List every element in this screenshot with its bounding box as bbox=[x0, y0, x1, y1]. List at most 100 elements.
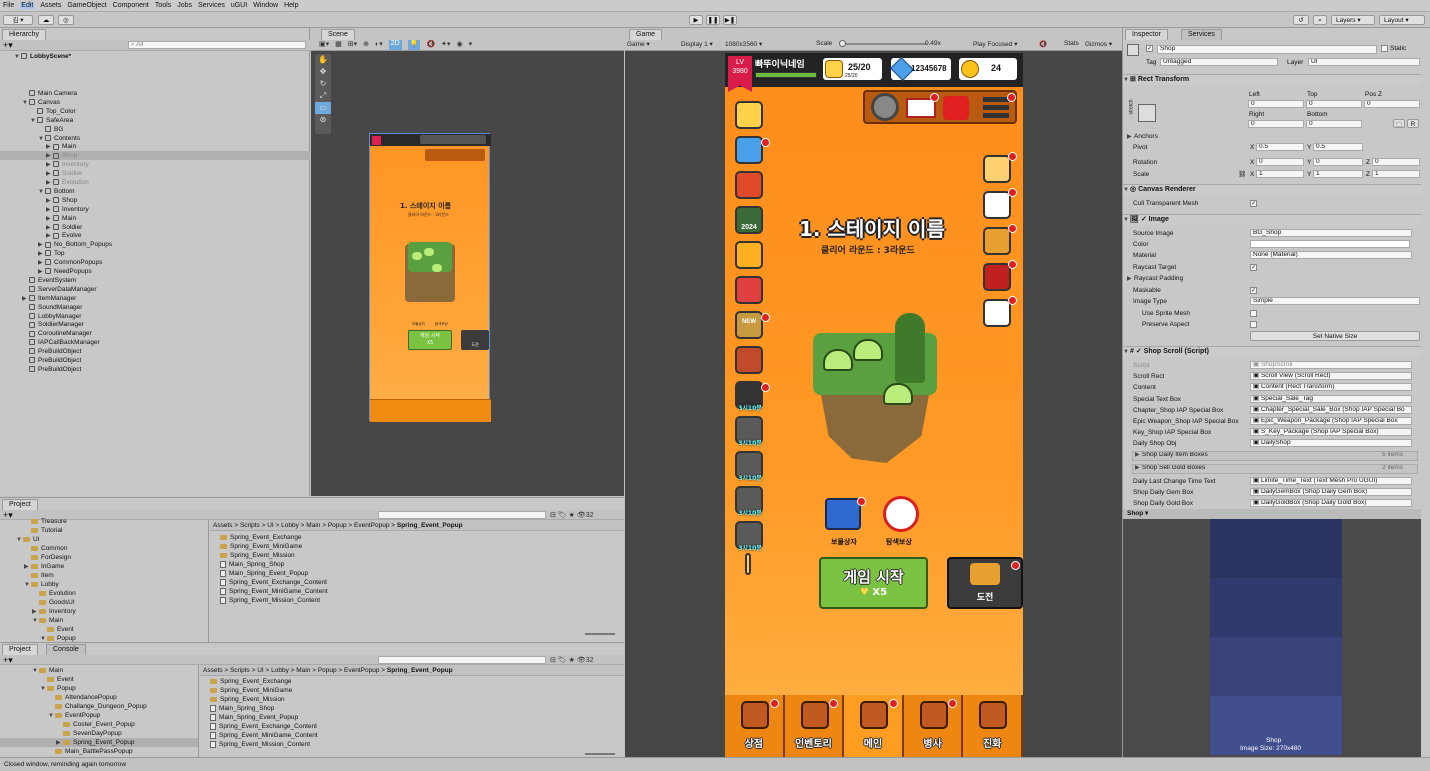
services-tab[interactable]: Services bbox=[1181, 29, 1222, 40]
side-event-icon[interactable] bbox=[735, 276, 763, 304]
hierarchy-row[interactable]: ▶ Inventory bbox=[46, 205, 89, 214]
move-tool-icon[interactable]: ✥ bbox=[315, 66, 331, 78]
set-native-size-button[interactable]: Set Native Size bbox=[1250, 331, 1420, 341]
hidden-icon[interactable]: ◉ bbox=[457, 40, 463, 50]
layer-dropdown[interactable]: UI bbox=[1308, 58, 1420, 66]
breadcrumb-item[interactable]: Popup bbox=[318, 667, 337, 674]
play-button[interactable]: ▶ bbox=[689, 15, 703, 25]
asset-row[interactable]: Spring_Event_Exchange bbox=[210, 677, 292, 686]
draw-mode-icon[interactable]: ▣▾ bbox=[319, 40, 329, 50]
scale-tool-icon[interactable]: ⤢ bbox=[315, 90, 331, 102]
side-event-icon[interactable] bbox=[735, 101, 763, 129]
rot-y-field[interactable]: 0 bbox=[1313, 158, 1363, 166]
left-field[interactable]: 0 bbox=[1248, 100, 1304, 108]
hierarchy-row[interactable]: ▼ Canvas bbox=[22, 98, 60, 107]
breadcrumb-item[interactable]: EventPopup bbox=[354, 522, 389, 529]
raw-edit-button[interactable]: R bbox=[1407, 119, 1419, 128]
anchor-preset-icon[interactable] bbox=[1138, 104, 1156, 122]
hierarchy-row[interactable]: CoroutineManager bbox=[22, 329, 92, 338]
grid-icon[interactable]: ▦ bbox=[335, 40, 342, 50]
anchors-foldout[interactable]: ▶ Anchors bbox=[1127, 133, 1158, 140]
asset-row[interactable]: Main_Spring_Shop bbox=[210, 704, 274, 713]
maskable-checkbox[interactable]: ✓ bbox=[1250, 287, 1257, 294]
asset-row[interactable]: Spring_Event_Exchange_Content bbox=[220, 578, 327, 587]
script-field-value[interactable]: ▣ DailyShop bbox=[1250, 439, 1412, 448]
hierarchy-row[interactable]: EventSystem bbox=[22, 276, 76, 285]
breadcrumb-item[interactable]: Assets bbox=[213, 522, 233, 529]
folder-row[interactable]: ForDesign bbox=[24, 553, 71, 562]
inspector-tab[interactable]: Inspector bbox=[1125, 29, 1168, 40]
folder-row[interactable]: ▼ EventPopup bbox=[48, 711, 100, 720]
folder-row[interactable]: Coster_Event_Popup bbox=[56, 720, 135, 729]
cull-checkbox[interactable]: ✓ bbox=[1250, 200, 1257, 207]
search-button[interactable]: ⌕ bbox=[1313, 15, 1327, 25]
asset-row[interactable]: Spring_Event_Mission_Content bbox=[220, 596, 320, 605]
megaphone-icon[interactable] bbox=[943, 96, 969, 120]
pivot-y-field[interactable]: 0.5 bbox=[1313, 143, 1363, 151]
side-event-icon[interactable]: 3시10분 bbox=[735, 381, 763, 412]
cloud-button[interactable]: ☁ bbox=[38, 15, 54, 25]
treasure-chest-icon[interactable] bbox=[825, 498, 861, 530]
asset-row[interactable]: Spring_Event_Mission_Content bbox=[210, 740, 310, 749]
side-event-icon[interactable] bbox=[735, 241, 763, 269]
asset-row[interactable]: Spring_Event_MiniGame bbox=[210, 686, 292, 695]
breadcrumb-item[interactable]: Popup bbox=[328, 522, 347, 529]
breadcrumb-item[interactable]: Scripts bbox=[240, 522, 260, 529]
daily-items-foldout[interactable]: ▶ Shop Daily Item Boxes 5 items bbox=[1132, 451, 1418, 461]
rect-tool-icon[interactable]: ▭ bbox=[315, 102, 331, 114]
menu-item-component[interactable]: Component bbox=[113, 2, 149, 9]
2d-toggle[interactable]: 2D bbox=[388, 40, 402, 50]
hierarchy-row[interactable]: PreBuildObject bbox=[22, 365, 81, 374]
script-field-value[interactable]: ▣ Epic_Weapon_Package (Shop IAP Special … bbox=[1250, 417, 1412, 425]
image-header[interactable]: ▼🖼 ✓ Image bbox=[1123, 214, 1421, 225]
stamina-box[interactable]: 25/20 25/20 bbox=[821, 56, 884, 82]
scale-y-field[interactable]: 1 bbox=[1313, 170, 1363, 178]
scale-slider[interactable] bbox=[839, 43, 927, 45]
folder-row[interactable]: ▶ Spring_Event_Popup bbox=[56, 738, 134, 747]
folder-row[interactable]: Event bbox=[40, 625, 74, 634]
preserve-aspect-checkbox[interactable] bbox=[1250, 321, 1257, 328]
hierarchy-tab[interactable]: Hierarchy bbox=[2, 29, 46, 40]
project-add-button-1[interactable]: +▾ bbox=[3, 510, 13, 521]
resolution-dropdown[interactable]: 1080x2560 ▾ bbox=[725, 40, 762, 48]
material-field[interactable]: None (Material) bbox=[1250, 251, 1412, 259]
hierarchy-row[interactable]: ▶ NeedPopups bbox=[38, 267, 92, 276]
script-field-value[interactable]: ▣ Special_Sale_Tag bbox=[1250, 394, 1412, 403]
rot-z-field[interactable]: 0 bbox=[1372, 158, 1420, 166]
menu-item-file[interactable]: File bbox=[3, 2, 14, 9]
hierarchy-row[interactable]: ▶ ItemManager bbox=[22, 294, 76, 303]
asset-row[interactable]: Spring_Event_MiniGame bbox=[220, 542, 302, 551]
hierarchy-row[interactable]: SoldierManager bbox=[22, 320, 84, 329]
hand-tool-icon[interactable]: ✋ bbox=[315, 54, 331, 66]
scale-slider-thumb[interactable] bbox=[839, 40, 846, 47]
sell-gold-foldout[interactable]: ▶ Shop Sell Gold Boxes 2 items bbox=[1132, 464, 1418, 474]
raycast-padding-foldout[interactable]: ▶ Raycast Padding bbox=[1127, 275, 1183, 282]
script-field-value[interactable]: ▣ ShopScroll bbox=[1250, 361, 1412, 369]
display-dropdown[interactable]: Display 1 ▾ bbox=[681, 40, 713, 48]
color-field[interactable] bbox=[1250, 240, 1410, 248]
hierarchy-row[interactable]: ▶ CommonPopups bbox=[38, 258, 102, 267]
hierarchy-row[interactable]: ▶ Shop bbox=[46, 151, 77, 160]
menu-item-assets[interactable]: Assets bbox=[40, 2, 61, 9]
project-tab-2[interactable]: Project bbox=[2, 644, 38, 655]
asset-row[interactable]: Spring_Event_MiniGame_Content bbox=[220, 587, 328, 596]
step-button[interactable]: ▶❚ bbox=[723, 15, 737, 25]
script-field-value[interactable]: ▣ Limite_Time_Text (Text Mesh Pro UGUI) bbox=[1250, 477, 1412, 485]
asset-row[interactable]: Spring_Event_MiniGame_Content bbox=[210, 731, 318, 740]
canvas-renderer-header[interactable]: ▼◎ Canvas Renderer bbox=[1123, 184, 1421, 195]
preview-header[interactable]: Shop ▾ bbox=[1123, 509, 1421, 519]
stage-island[interactable] bbox=[813, 313, 937, 465]
asset-row[interactable]: Main_Spring_Shop bbox=[220, 560, 284, 569]
hierarchy-row[interactable]: Top_Color bbox=[30, 107, 76, 116]
gizmos-button[interactable]: Gizmos ▾ bbox=[1085, 40, 1112, 48]
bottom-field[interactable]: 0 bbox=[1306, 120, 1362, 128]
rot-x-field[interactable]: 0 bbox=[1256, 158, 1304, 166]
folder-row[interactable]: Main_BattlePassPopup bbox=[48, 747, 133, 756]
mini-start-button[interactable]: 게임 시작 X5 bbox=[408, 330, 452, 350]
side-menu-icon[interactable] bbox=[983, 191, 1011, 219]
folder-row[interactable]: ▶ InGame bbox=[24, 562, 64, 571]
hierarchy-row[interactable]: ▶ Inventory bbox=[46, 160, 89, 169]
transform-tool-icon[interactable]: ⊛ bbox=[315, 114, 331, 126]
folder-row[interactable]: Tutorial bbox=[24, 526, 62, 535]
fx-icon[interactable]: ✦▾ bbox=[441, 40, 450, 50]
